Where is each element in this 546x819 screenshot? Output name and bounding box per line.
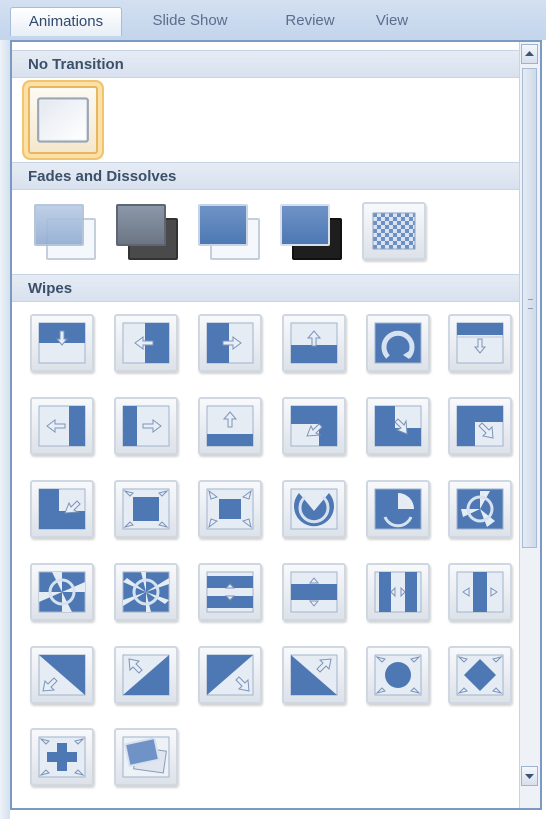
plus-out-icon [38, 736, 86, 778]
cover-down-right-tile[interactable] [448, 397, 512, 455]
wheel-four-spoke-icon [38, 571, 86, 613]
wheel-icon [374, 322, 422, 364]
cover-up-right-tile[interactable] [366, 397, 430, 455]
scroll-thumb[interactable] [522, 68, 537, 548]
wipe-left-icon [122, 322, 170, 364]
section-header-fades-and-dissolves: Fades and Dissolves [12, 162, 520, 190]
fade-through-black-tile[interactable] [110, 198, 180, 264]
wipe-up-tile[interactable] [282, 314, 346, 372]
split-vertical-out-icon [456, 571, 504, 613]
split-horizontal-in-tile[interactable] [198, 563, 262, 621]
wheel-clockwise-3-tile[interactable] [448, 480, 512, 538]
wipe-split-down-icon [456, 322, 504, 364]
scroll-grip-icon [528, 299, 533, 309]
push-up-icon [206, 405, 254, 447]
cover-down-left-tile[interactable] [282, 397, 346, 455]
random-transition-tile[interactable] [114, 728, 178, 786]
strips-right-down-tile[interactable] [198, 646, 262, 704]
wipe-right-icon [206, 322, 254, 364]
tab-animations[interactable]: Animations [10, 7, 122, 36]
wheel-three-spoke-icon [456, 488, 504, 530]
scroll-down-arrow-icon [525, 774, 534, 779]
cut-tile[interactable] [192, 198, 262, 264]
strips-right-down-icon [206, 654, 254, 696]
wipe-split-down-tile[interactable] [448, 314, 512, 372]
split-horizontal-in-icon [206, 571, 254, 613]
circle-out-tile[interactable] [366, 646, 430, 704]
section-header-wipes: Wipes [12, 274, 520, 302]
scroll-down-button[interactable] [521, 766, 538, 786]
transition-none-tile[interactable] [28, 86, 98, 154]
push-left-icon [38, 405, 86, 447]
section-header-no-transition: No Transition [12, 50, 520, 78]
tab-view[interactable]: View [362, 7, 422, 35]
split-vertical-in-tile[interactable] [366, 563, 430, 621]
push-left-tile[interactable] [30, 397, 94, 455]
strips-left-up-icon [122, 654, 170, 696]
scroll-up-arrow-icon [525, 51, 534, 56]
box-out-tile[interactable] [198, 480, 262, 538]
split-horizontal-out-tile[interactable] [282, 563, 346, 621]
wipe-up-icon [290, 322, 338, 364]
tab-slide-show[interactable]: Slide Show [140, 7, 240, 35]
cover-up-left-icon [38, 488, 86, 530]
diamond-out-icon [456, 654, 504, 696]
wheel-clockwise-4-tile[interactable] [30, 563, 94, 621]
push-up-tile[interactable] [198, 397, 262, 455]
push-right-icon [122, 405, 170, 447]
transition-gallery: No Transition Fades and Dissolves Wipes [10, 40, 542, 810]
strips-left-up-tile[interactable] [114, 646, 178, 704]
split-horizontal-out-icon [290, 571, 338, 613]
cover-down-left-icon [290, 405, 338, 447]
plus-out-tile[interactable] [30, 728, 94, 786]
split-vertical-in-icon [374, 571, 422, 613]
ribbon-tab-strip: Animations Slide Show Review View [0, 0, 546, 40]
push-right-tile[interactable] [114, 397, 178, 455]
wheel-two-spoke-icon [374, 488, 422, 530]
cover-down-right-icon [456, 405, 504, 447]
box-out-icon [206, 488, 254, 530]
wipe-right-tile[interactable] [198, 314, 262, 372]
wedge-tile[interactable] [282, 480, 346, 538]
cover-up-right-icon [374, 405, 422, 447]
strips-left-down-icon [38, 654, 86, 696]
dissolve-tile[interactable] [362, 202, 426, 260]
wheel-eight-spoke-icon [122, 571, 170, 613]
blank-slide-icon [37, 97, 89, 143]
tab-review[interactable]: Review [270, 7, 350, 35]
wedge-icon [290, 488, 338, 530]
wheel-tile[interactable] [366, 314, 430, 372]
random-transition-icon [122, 736, 170, 778]
box-in-icon [122, 488, 170, 530]
gallery-scrollbar[interactable] [519, 42, 540, 808]
cut-through-black-tile[interactable] [274, 198, 344, 264]
dissolve-checker-icon [372, 212, 416, 250]
strips-right-up-icon [290, 654, 338, 696]
wheel-clockwise-2-tile[interactable] [366, 480, 430, 538]
cover-up-left-tile[interactable] [30, 480, 94, 538]
wipe-left-tile[interactable] [114, 314, 178, 372]
wheel-clockwise-8-tile[interactable] [114, 563, 178, 621]
box-in-tile[interactable] [114, 480, 178, 538]
wipe-down-icon [38, 322, 86, 364]
wipe-down-tile[interactable] [30, 314, 94, 372]
strips-right-up-tile[interactable] [282, 646, 346, 704]
diamond-out-tile[interactable] [448, 646, 512, 704]
circle-out-icon [374, 654, 422, 696]
scroll-up-button[interactable] [521, 44, 538, 64]
split-vertical-out-tile[interactable] [448, 563, 512, 621]
ribbon-edge [0, 40, 10, 819]
fade-smoothly-tile[interactable] [28, 198, 98, 264]
strips-left-down-tile[interactable] [30, 646, 94, 704]
